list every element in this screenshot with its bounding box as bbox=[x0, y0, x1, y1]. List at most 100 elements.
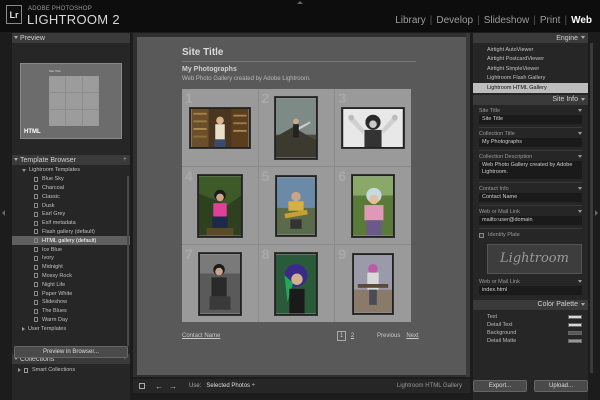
cell-number: 2 bbox=[261, 90, 270, 106]
dropdown-icon[interactable] bbox=[578, 187, 582, 190]
module-library[interactable]: Library bbox=[395, 15, 426, 26]
template-item[interactable]: Blue Sky bbox=[12, 175, 130, 184]
engine-item[interactable]: Airtight AutoViewer bbox=[473, 45, 588, 55]
template-item[interactable]: Midnight bbox=[12, 263, 130, 272]
template-item[interactable]: Slideshow bbox=[12, 298, 130, 307]
template-item[interactable]: Ivory bbox=[12, 254, 130, 263]
site-title-field[interactable]: Site Title bbox=[479, 114, 582, 124]
module-print[interactable]: Print bbox=[540, 15, 561, 26]
dropdown-icon[interactable] bbox=[578, 155, 582, 158]
template-item[interactable]: The Blues bbox=[12, 307, 130, 316]
template-item[interactable]: Classic bbox=[12, 192, 130, 201]
module-develop[interactable]: Develop bbox=[436, 15, 473, 26]
export-button[interactable]: Export... bbox=[473, 380, 527, 392]
dropdown-icon[interactable] bbox=[578, 280, 582, 283]
web-mail-link-2-field[interactable]: index.html bbox=[479, 285, 582, 295]
contact-info-field[interactable]: Contact Name bbox=[479, 192, 582, 202]
collapse-left-arrow-icon[interactable] bbox=[2, 210, 5, 216]
template-item[interactable]: Flash gallery (default) bbox=[12, 228, 130, 237]
engine-item[interactable]: Lightroom Flash Gallery bbox=[473, 74, 588, 84]
template-item[interactable]: Dusk bbox=[12, 201, 130, 210]
template-item[interactable]: Warm Day bbox=[12, 316, 130, 325]
template-item[interactable]: Charcoal bbox=[12, 184, 130, 193]
template-file-icon bbox=[34, 291, 38, 297]
identity-plate-preview[interactable]: Lightroom bbox=[487, 243, 582, 274]
folder-lightroom-templates[interactable]: Lightroom Templates bbox=[12, 166, 130, 175]
thumbnail-cell[interactable]: 3 bbox=[335, 89, 411, 166]
module-web[interactable]: Web bbox=[571, 15, 592, 26]
photo-thumbnail[interactable] bbox=[197, 174, 242, 237]
color-swatch[interactable] bbox=[568, 314, 582, 319]
page-2-link[interactable]: 2 bbox=[348, 331, 357, 341]
template-item[interactable]: Ice Blue bbox=[12, 245, 130, 254]
collapse-top-arrow-icon[interactable] bbox=[297, 1, 303, 4]
photo-thumbnail[interactable] bbox=[275, 252, 318, 315]
thumbnail-cell[interactable]: 8 bbox=[258, 245, 335, 322]
thumbnail-cell[interactable]: 9 bbox=[335, 245, 411, 322]
engine-panel-header[interactable]: Engine bbox=[473, 33, 588, 43]
site-info-header[interactable]: Site Info bbox=[473, 94, 588, 105]
dropdown-icon[interactable] bbox=[578, 109, 582, 112]
use-photos-select[interactable]: Selected Photos ÷ bbox=[206, 383, 255, 389]
template-item[interactable]: Paper White bbox=[12, 289, 130, 298]
dropdown-icon[interactable] bbox=[578, 210, 582, 213]
identity-plate-checkbox[interactable] bbox=[479, 232, 484, 238]
template-browser-scrollbar[interactable] bbox=[127, 176, 129, 346]
color-palette-header[interactable]: Color Palette bbox=[473, 299, 588, 310]
add-template-button[interactable]: + bbox=[123, 156, 127, 163]
previous-arrow-icon[interactable]: ← bbox=[155, 382, 163, 391]
photo-thumbnail[interactable] bbox=[198, 252, 241, 315]
collection-title-field[interactable]: My Photographs bbox=[479, 137, 582, 147]
thumbnail-cell[interactable]: 1 bbox=[182, 89, 258, 166]
template-item[interactable]: Earl Grey bbox=[12, 210, 130, 219]
photo-thumbnail[interactable] bbox=[353, 253, 394, 314]
contact-link[interactable]: Contact Name bbox=[182, 333, 220, 339]
page-1-link[interactable]: 1 bbox=[337, 331, 346, 341]
color-swatch[interactable] bbox=[568, 322, 582, 327]
photo-thumbnail[interactable] bbox=[189, 107, 250, 148]
template-browser-header[interactable]: Template Browser + bbox=[12, 155, 130, 165]
thumbnail-cell[interactable]: 5 bbox=[258, 167, 335, 244]
upload-button[interactable]: Upload... bbox=[534, 380, 588, 392]
thumbnail-cell[interactable]: 7 bbox=[182, 245, 258, 322]
next-link[interactable]: Next bbox=[406, 333, 418, 339]
dropdown-icon[interactable] bbox=[578, 132, 582, 135]
module-separator: | bbox=[533, 15, 536, 26]
color-swatch[interactable] bbox=[568, 330, 582, 335]
engine-item[interactable]: Airtight PostcardViewer bbox=[473, 55, 588, 65]
template-item[interactable]: Night Life bbox=[12, 280, 130, 289]
collection-title[interactable]: My Photographs bbox=[182, 66, 237, 73]
thumbnail-cell[interactable]: 4 bbox=[182, 167, 258, 244]
module-slideshow[interactable]: Slideshow bbox=[484, 15, 530, 26]
template-file-icon bbox=[34, 176, 38, 182]
collection-description-field[interactable]: Web Photo Gallery created by Adobe Light… bbox=[479, 160, 582, 179]
next-arrow-icon[interactable]: → bbox=[169, 382, 177, 391]
preview-in-browser-button[interactable]: Preview in Browser... bbox=[14, 346, 128, 358]
engine-item[interactable]: Lightroom HTML Gallery bbox=[473, 83, 588, 93]
folder-user-templates[interactable]: User Templates bbox=[12, 324, 130, 333]
smart-collections-item[interactable]: Smart Collections bbox=[12, 366, 130, 375]
template-file-icon bbox=[34, 273, 38, 279]
web-mail-link-field[interactable]: mailto:user@domain bbox=[479, 215, 582, 225]
template-item[interactable]: HTML gallery (default) bbox=[12, 236, 130, 246]
photo-thumbnail[interactable] bbox=[276, 175, 317, 236]
module-picker: Library | Develop | Slideshow | Print | Web bbox=[395, 15, 592, 26]
thumbnail-cell[interactable]: 2 bbox=[258, 89, 335, 166]
stop-icon[interactable] bbox=[139, 383, 145, 389]
site-title[interactable]: Site Title bbox=[182, 47, 224, 58]
engine-item[interactable]: Airtight SimpleViewer bbox=[473, 64, 588, 74]
template-file-icon bbox=[34, 203, 38, 209]
thumbnail-cell[interactable]: 6 bbox=[335, 167, 411, 244]
collection-description[interactable]: Web Photo Gallery created by Adobe Light… bbox=[182, 76, 311, 82]
photo-thumbnail[interactable] bbox=[275, 96, 318, 159]
photo-thumbnail[interactable] bbox=[352, 174, 395, 237]
preview-panel-header[interactable]: Preview bbox=[12, 33, 130, 43]
color-swatch[interactable] bbox=[568, 338, 582, 343]
photo-thumbnail[interactable] bbox=[342, 107, 405, 148]
template-item[interactable]: Mossy Rock bbox=[12, 272, 130, 281]
preview-scrollbar[interactable] bbox=[466, 33, 470, 377]
collapse-right-arrow-icon[interactable] bbox=[595, 210, 598, 216]
right-panel-scrollbar[interactable] bbox=[590, 43, 593, 373]
template-item[interactable]: Exif metadata bbox=[12, 219, 130, 228]
previous-link[interactable]: Previous bbox=[377, 333, 400, 339]
